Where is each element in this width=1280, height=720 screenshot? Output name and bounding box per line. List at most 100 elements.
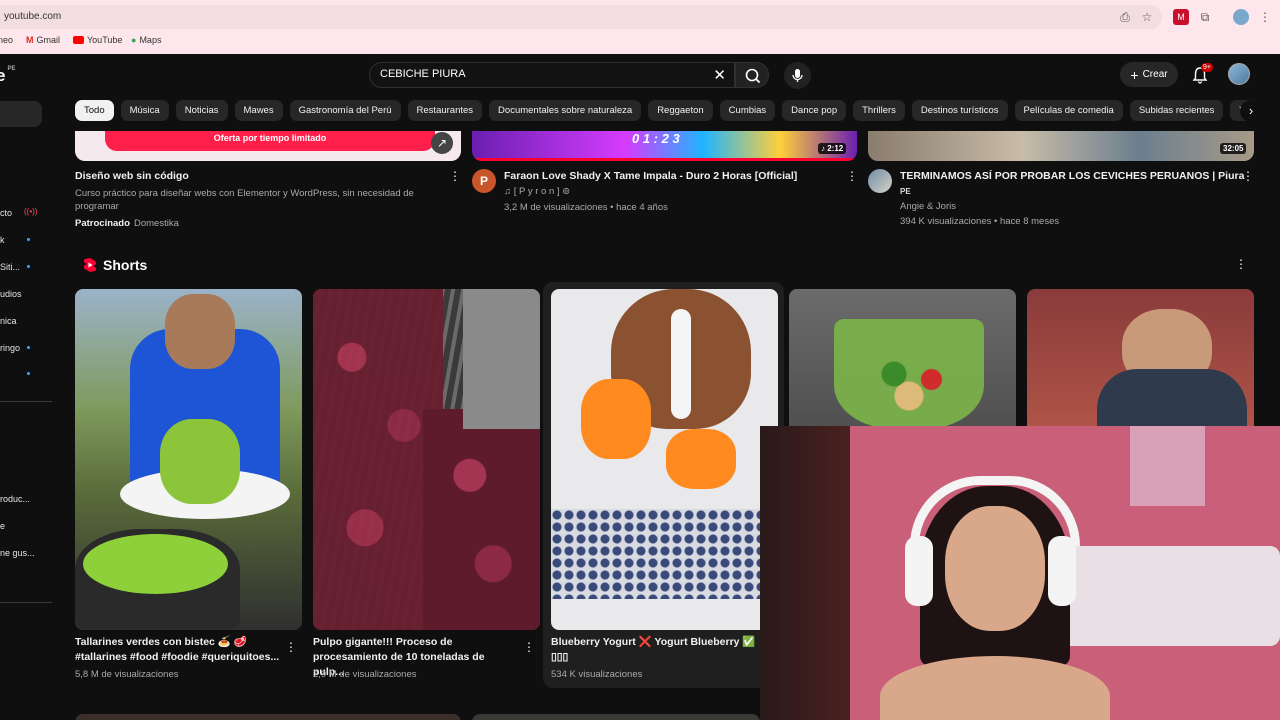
sidebar-item[interactable]: Siti... — [0, 262, 20, 272]
thumbnail-figure — [551, 509, 778, 599]
profile-icon[interactable] — [1233, 9, 1249, 25]
video-thumbnail[interactable] — [75, 714, 461, 720]
video-duration: 32:05 — [1220, 143, 1247, 154]
video-thumbnail[interactable]: Oferta por tiempo limitado ↗ — [75, 131, 461, 161]
webcam-bed — [1040, 546, 1280, 646]
chip-cumbias[interactable]: Cumbias — [719, 100, 776, 121]
chip-noticias[interactable]: Noticias — [175, 100, 228, 121]
sidebar-item[interactable]: ringo — [0, 343, 20, 353]
more-options-icon[interactable]: ⋮ — [1242, 169, 1254, 183]
bookmark-item[interactable]: neo — [0, 35, 13, 45]
video-title[interactable]: Diseño web sin código — [75, 170, 189, 182]
video-title[interactable]: Faraon Love Shady X Tame Impala - Duro 2… — [504, 170, 797, 182]
sidebar-item[interactable]: udios — [0, 289, 22, 299]
short-thumbnail[interactable] — [313, 289, 540, 630]
bookmark-youtube[interactable]: YouTube — [73, 35, 122, 45]
video-title[interactable]: TERMINAMOS ASÍ POR PROBAR LOS CEVICHES P… — [900, 170, 1244, 182]
chip-subidas-recientes[interactable]: Subidas recientes — [1129, 100, 1224, 121]
bookmark-maps[interactable]: ● Maps — [131, 35, 161, 45]
chip-mawes[interactable]: Mawes — [234, 100, 283, 121]
microphone-icon — [792, 69, 803, 82]
short-views: 534 K visualizaciones — [551, 669, 643, 680]
advertiser-name[interactable]: Domestika — [134, 217, 179, 230]
install-app-icon[interactable]: ⎙ — [1117, 9, 1133, 25]
more-options-icon[interactable]: ⋮ — [449, 169, 461, 183]
account-avatar[interactable] — [1228, 63, 1250, 85]
thumbnail-figure — [160, 419, 240, 504]
webcam-background-door — [760, 426, 850, 720]
create-label: Crear — [1142, 69, 1168, 80]
bookmark-label: YouTube — [87, 35, 123, 45]
chips-next-arrow-icon[interactable]: › — [1240, 100, 1262, 122]
extensions-puzzle-icon[interactable]: ⧉ — [1197, 9, 1213, 25]
short-thumbnail[interactable] — [75, 289, 302, 630]
thumbnail-figure — [581, 379, 651, 459]
new-content-dot — [27, 238, 30, 241]
url-text[interactable]: youtube.com — [4, 11, 61, 22]
filter-chip-bar: Todo Música Noticias Mawes Gastronomía del P… — [75, 100, 1255, 122]
more-options-icon[interactable]: ⋮ — [285, 640, 297, 654]
chip-documentales[interactable]: Documentales sobre naturaleza — [489, 100, 642, 121]
search-input[interactable]: CEBICHE PIURA — [380, 68, 466, 80]
video-thumbnail[interactable]: 0 1 : 2 3 — [472, 131, 857, 161]
chip-thrillers[interactable]: Thrillers — [853, 100, 905, 121]
chip-dance-pop[interactable]: Dance pop — [782, 100, 847, 121]
short-thumbnail[interactable] — [551, 289, 778, 630]
live-icon: ((•)) — [24, 207, 38, 216]
gmail-icon: M — [26, 35, 34, 45]
video-stats: 3,2 M de visualizaciones • hace 4 años — [504, 202, 668, 213]
webcam-headphones — [1048, 536, 1076, 606]
bookmark-star-icon[interactable]: ☆ — [1139, 9, 1155, 25]
external-link-icon[interactable]: ↗ — [431, 132, 453, 154]
search-icon — [745, 68, 761, 84]
search-button[interactable] — [735, 62, 769, 88]
new-content-dot — [27, 346, 30, 349]
chip-restaurantes[interactable]: Restaurantes — [407, 100, 483, 121]
sidebar-item[interactable]: ne gus... — [0, 548, 35, 558]
short-title[interactable]: Tallarines verdes con bistec 🍝 🥩 #tallar… — [75, 635, 280, 665]
bookmark-label: Maps — [139, 35, 162, 45]
create-button[interactable]: + Crear — [1120, 62, 1178, 87]
search-box[interactable]: CEBICHE PIURA ✕ — [369, 62, 735, 88]
browser-menu-icon[interactable]: ⋮ — [1257, 9, 1273, 25]
channel-name[interactable]: Angie & Joris — [900, 200, 956, 213]
sidebar-selected-item[interactable] — [0, 101, 42, 127]
chip-todo[interactable]: Todo — [75, 100, 114, 121]
shorts-more-options-icon[interactable]: ⋮ — [1235, 257, 1247, 271]
extension-icon[interactable]: M — [1173, 9, 1189, 25]
sidebar-item[interactable]: k — [0, 235, 5, 245]
short-views: 2,9 M de visualizaciones — [313, 669, 417, 680]
chip-musica[interactable]: Música — [120, 100, 169, 121]
chip-peliculas-comedia[interactable]: Películas de comedia — [1014, 100, 1123, 121]
sidebar-item[interactable]: roduc... — [0, 494, 30, 504]
plus-icon: + — [1130, 66, 1139, 83]
short-views: 5,8 M de visualizaciones — [75, 669, 179, 680]
channel-name[interactable]: ♫ [ P y r o n ] ⊚ — [504, 185, 570, 198]
video-thumbnail[interactable] — [868, 131, 1254, 161]
channel-avatar[interactable] — [868, 169, 892, 193]
offer-banner: Oferta por tiempo limitado — [105, 131, 435, 151]
sidebar-item[interactable]: e — [0, 521, 5, 531]
voice-search-button[interactable] — [784, 62, 811, 89]
thumbnail-figure — [165, 294, 235, 369]
new-content-dot — [27, 372, 30, 375]
video-thumbnail[interactable] — [472, 714, 760, 720]
chip-reggaeton[interactable]: Reggaeton — [648, 100, 713, 121]
chip-gastronomia[interactable]: Gastronomía del Perú — [289, 100, 401, 121]
more-options-icon[interactable]: ⋮ — [846, 169, 858, 183]
sidebar: cto ((•)) k Siti... udios nica ringo rod… — [0, 54, 52, 720]
video-duration: ♪ 2:12 — [818, 143, 847, 154]
shorts-icon — [83, 258, 97, 272]
separator-dot: · — [128, 218, 132, 229]
country-tag: PE — [900, 187, 911, 196]
sidebar-item[interactable]: cto — [0, 208, 12, 218]
chip-destinos[interactable]: Destinos turísticos — [911, 100, 1008, 121]
short-title[interactable]: Blueberry Yogurt ❌ Yogurt Blueberry ✅ ▯▯… — [551, 635, 756, 665]
shorts-heading-text: Shorts — [103, 257, 148, 273]
clear-search-icon[interactable]: ✕ — [713, 66, 726, 84]
sidebar-item[interactable]: nica — [0, 316, 17, 326]
channel-avatar[interactable]: P — [472, 169, 496, 193]
bookmark-gmail[interactable]: M Gmail — [26, 35, 60, 45]
address-bar[interactable] — [0, 5, 1162, 29]
more-options-icon[interactable]: ⋮ — [523, 640, 535, 654]
